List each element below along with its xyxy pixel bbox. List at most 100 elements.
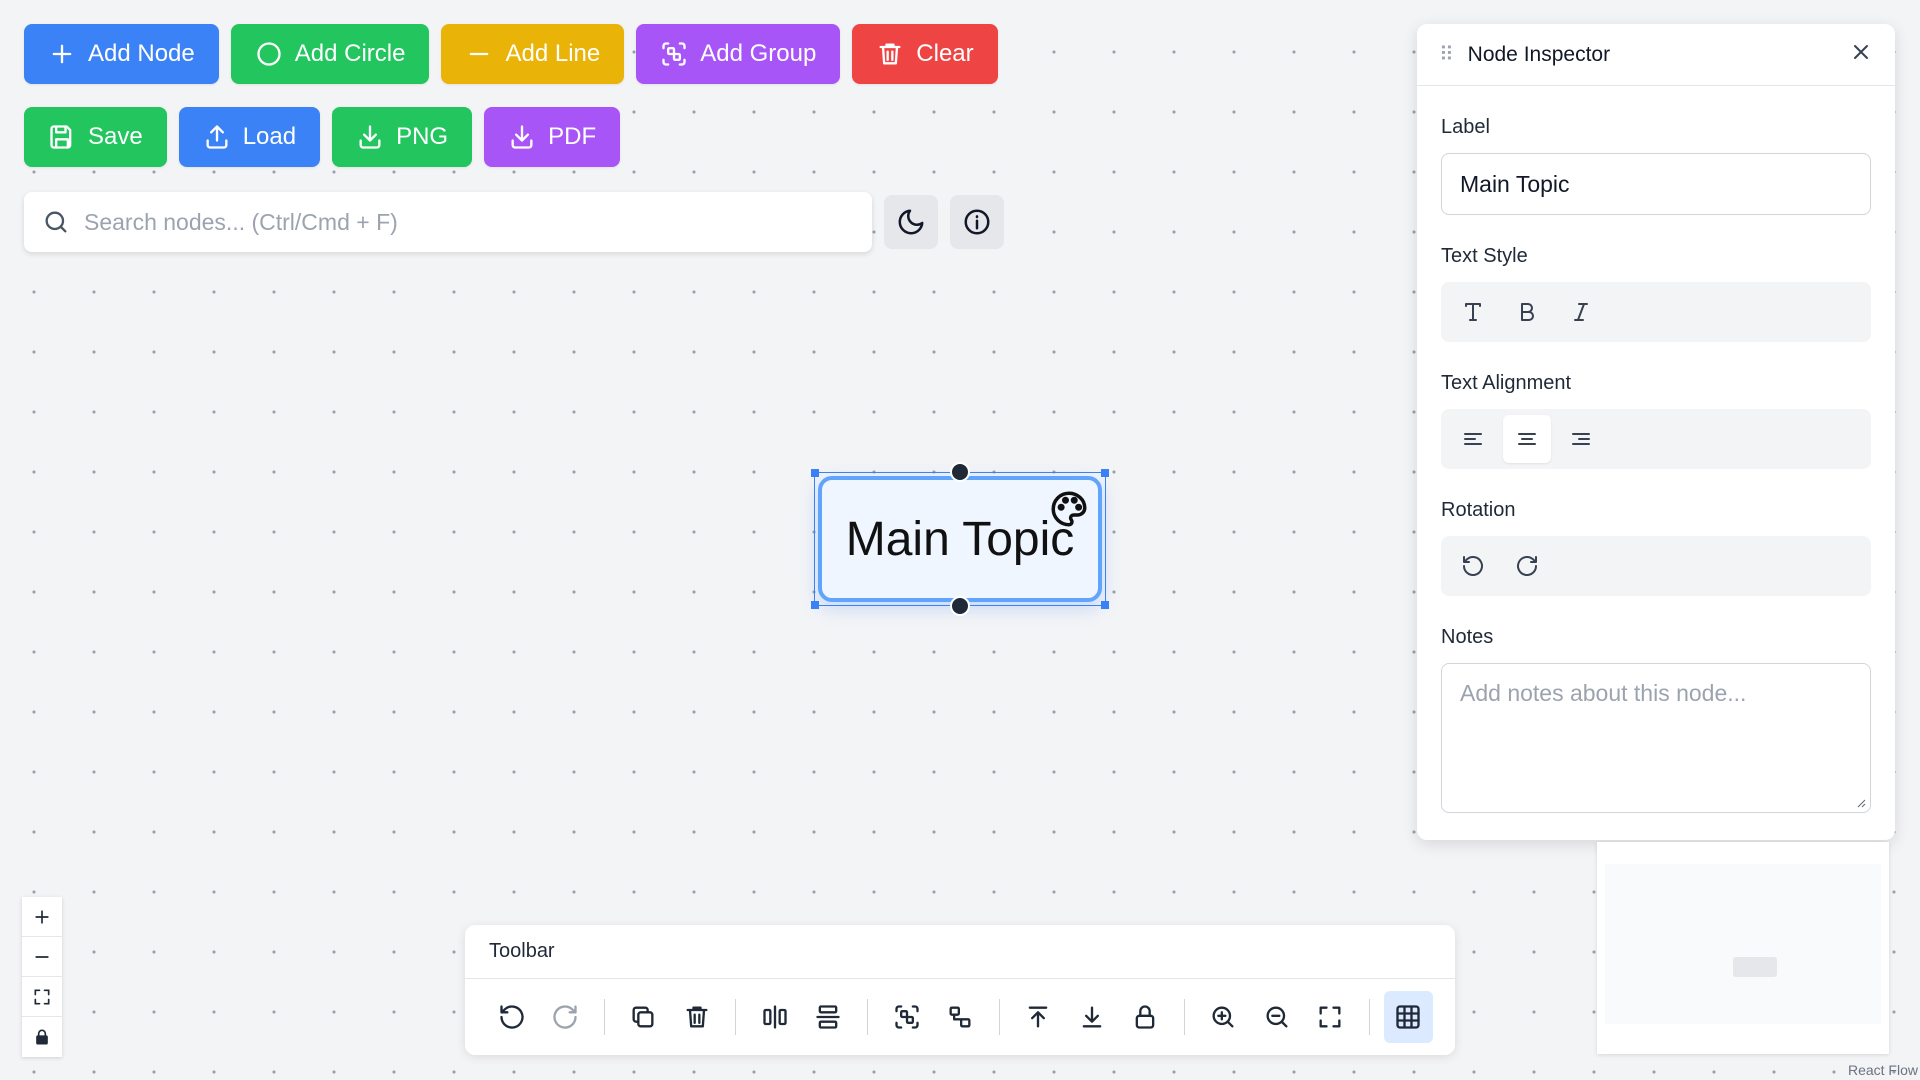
zoom-out-icon [1266, 1006, 1288, 1028]
align-left-button[interactable] [1449, 415, 1497, 463]
rotate-ccw-icon [1463, 556, 1483, 576]
align-center-button[interactable] [1503, 415, 1551, 463]
clear-label: Clear [916, 40, 974, 67]
connection-handle-top[interactable] [950, 462, 970, 482]
node-inspector-panel: ⠿ Node Inspector Label Main Topic Text S… [1417, 24, 1895, 840]
divider [735, 999, 737, 1035]
label-heading: Label [1441, 116, 1490, 138]
minus-icon [470, 52, 489, 56]
add-group-label: Add Group [700, 40, 817, 67]
text-style-heading: Text Style [1441, 245, 1528, 267]
search-icon [45, 211, 67, 233]
plus-icon [35, 909, 49, 924]
label-input[interactable]: Main Topic [1441, 153, 1871, 215]
info-button[interactable] [950, 195, 1004, 249]
align-vertical-button[interactable] [804, 991, 853, 1043]
undo-button[interactable] [487, 991, 536, 1043]
text-normal-button[interactable] [1449, 288, 1497, 336]
rotate-cw-icon [1517, 556, 1537, 576]
resize-handle-top-right[interactable] [1101, 469, 1109, 477]
lock-node-button[interactable] [1120, 991, 1169, 1043]
load-button[interactable]: Load [178, 107, 321, 167]
maximize-icon [1319, 1006, 1341, 1028]
zoom-out-button[interactable] [1252, 991, 1301, 1043]
moon-icon [898, 209, 924, 235]
redo-button[interactable] [540, 991, 589, 1043]
align-horizontal-button[interactable] [750, 991, 799, 1043]
add-node-button[interactable]: Add Node [24, 24, 219, 84]
info-icon [964, 209, 990, 235]
fit-view-button[interactable] [1305, 991, 1354, 1043]
align-right-button[interactable] [1557, 415, 1605, 463]
align-horizontal-icon [763, 1005, 787, 1029]
delete-button[interactable] [672, 991, 721, 1043]
minimap[interactable] [1597, 842, 1889, 1054]
zoom-out-button[interactable] [22, 937, 62, 977]
add-line-button[interactable]: Add Line [441, 24, 625, 84]
zoom-controls [22, 897, 62, 1057]
zoom-in-button[interactable] [22, 897, 62, 937]
clear-button[interactable]: Clear [852, 24, 998, 84]
rotate-left-button[interactable] [1449, 542, 1497, 590]
resize-handle-top-left[interactable] [811, 469, 819, 477]
resize-handle-bottom-left[interactable] [811, 601, 819, 609]
notes-heading: Notes [1441, 626, 1494, 648]
zoom-in-button[interactable] [1199, 991, 1248, 1043]
save-icon [50, 125, 72, 149]
export-png-button[interactable]: PNG [332, 107, 473, 167]
trash-icon [686, 1006, 708, 1028]
notes-placeholder: Add notes about this node... [1460, 680, 1747, 706]
save-button[interactable]: Save [24, 107, 167, 167]
palette-icon[interactable] [1048, 488, 1090, 530]
download-icon [359, 125, 381, 149]
dark-mode-toggle[interactable] [884, 195, 938, 249]
add-node-label: Add Node [88, 40, 195, 67]
add-circle-button[interactable]: Add Circle [230, 24, 430, 84]
inspector-header[interactable]: ⠿ Node Inspector [1417, 24, 1895, 86]
bring-to-front-button[interactable] [1014, 991, 1063, 1043]
text-alignment-controls [1441, 409, 1871, 469]
bottom-toolbar: Toolbar [465, 925, 1455, 1055]
export-pdf-button[interactable]: PDF [484, 107, 621, 167]
resize-handle-bottom-right[interactable] [1101, 601, 1109, 609]
close-icon[interactable] [1849, 40, 1873, 70]
drag-handle-icon[interactable]: ⠿ [1439, 42, 1454, 67]
rotate-right-button[interactable] [1503, 542, 1551, 590]
react-flow-attribution[interactable]: React Flow [1848, 1062, 1918, 1078]
align-left-icon [1464, 433, 1482, 445]
load-label: Load [242, 123, 297, 150]
circle-icon [257, 42, 281, 66]
add-group-button[interactable]: Add Group [636, 24, 841, 84]
group-button[interactable] [882, 991, 931, 1043]
group-icon [895, 1005, 919, 1029]
group-icon [662, 42, 686, 66]
resize-grip-icon[interactable] [1854, 796, 1866, 808]
search-input[interactable] [84, 208, 854, 236]
bold-button[interactable] [1503, 288, 1551, 336]
duplicate-button[interactable] [619, 991, 668, 1043]
notes-textarea[interactable]: Add notes about this node... [1441, 663, 1871, 813]
text-style-controls [1441, 282, 1871, 342]
send-to-back-button[interactable] [1067, 991, 1116, 1043]
italic-icon [1574, 303, 1588, 321]
save-label: Save [88, 123, 143, 150]
download-icon [511, 125, 533, 149]
fit-view-button[interactable] [22, 977, 62, 1017]
lock-button[interactable] [22, 1017, 62, 1057]
export-png-label: PNG [396, 123, 449, 150]
export-pdf-label: PDF [548, 123, 597, 150]
minimap-viewport [1605, 864, 1881, 1024]
fit-view-icon [34, 989, 50, 1004]
grid-icon [1396, 1005, 1421, 1029]
arrow-down-to-line-icon [1082, 1006, 1102, 1028]
connection-handle-bottom[interactable] [950, 596, 970, 616]
divider [867, 999, 869, 1035]
primary-actions: Add Node Add Circle Add Line Add Group C… [24, 24, 998, 84]
italic-button[interactable] [1557, 288, 1605, 336]
divider [603, 999, 605, 1035]
node-main-topic[interactable]: Main Topic [811, 462, 1109, 616]
inspector-body: Label Main Topic Text Style Text Alignme… [1417, 116, 1895, 813]
grid-toggle-button[interactable] [1383, 991, 1434, 1043]
ungroup-button[interactable] [935, 991, 984, 1043]
copy-icon [632, 1006, 654, 1028]
